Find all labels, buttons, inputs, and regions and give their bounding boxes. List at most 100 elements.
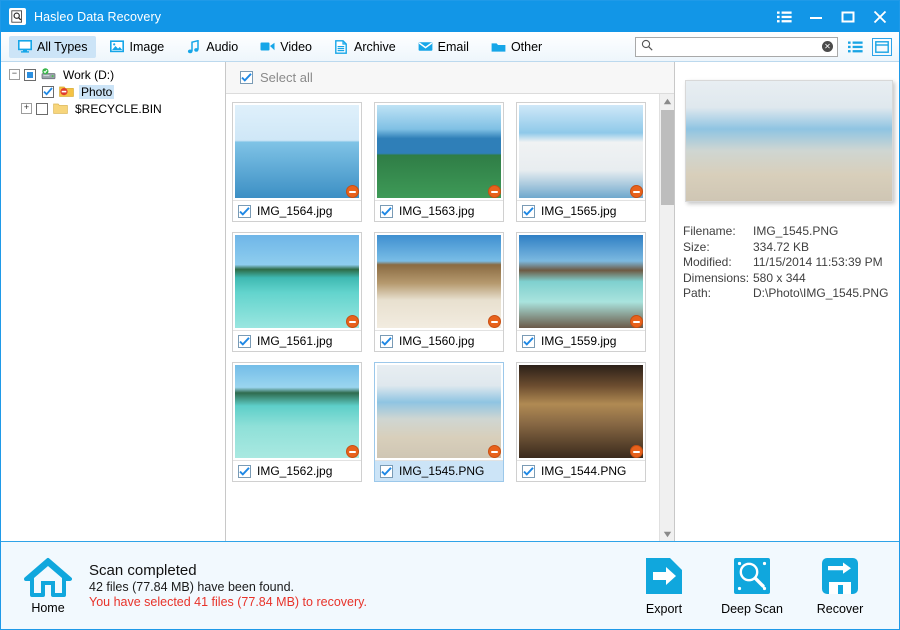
- file-thumbnail-card[interactable]: IMG_1563.jpg: [374, 102, 504, 222]
- preview-panel: Filename:IMG_1545.PNGSize:334.72 KBModif…: [675, 62, 899, 541]
- file-name-row: IMG_1565.jpg: [517, 200, 645, 221]
- metadata-key: Dimensions:: [683, 271, 753, 287]
- file-thumbnail-image: [233, 103, 361, 200]
- metadata-key: Path:: [683, 286, 753, 302]
- envelope-icon: [418, 39, 433, 54]
- thumbnail-artwork: [377, 105, 501, 198]
- file-checkbox[interactable]: [522, 335, 535, 348]
- file-checkbox[interactable]: [380, 465, 393, 478]
- file-thumbnail-image: [233, 363, 361, 460]
- deleted-file-badge-icon: [630, 315, 643, 328]
- application-window: Hasleo Data Recovery: [0, 0, 900, 630]
- file-name-row: IMG_1560.jpg: [375, 330, 503, 351]
- deleted-file-badge-icon: [488, 315, 501, 328]
- tab-label: Audio: [206, 40, 238, 54]
- tab-audio[interactable]: Audio: [178, 36, 246, 58]
- tree-node-photo[interactable]: Photo: [1, 83, 225, 100]
- deleted-file-badge-icon: [488, 185, 501, 198]
- file-checkbox[interactable]: [522, 465, 535, 478]
- search-input[interactable]: [657, 39, 822, 55]
- scrollbar-thumb[interactable]: [661, 110, 674, 205]
- deleted-file-badge-icon: [488, 445, 501, 458]
- list-view-button[interactable]: [846, 38, 864, 56]
- file-thumbnail-card[interactable]: IMG_1544.PNG: [516, 362, 646, 482]
- file-checkbox[interactable]: [238, 465, 251, 478]
- file-name-label: IMG_1559.jpg: [541, 334, 616, 348]
- file-checkbox[interactable]: [522, 205, 535, 218]
- tree-node-recycle-bin[interactable]: + $RECYCLE.BIN: [1, 100, 225, 117]
- thumbnail-artwork: [519, 235, 643, 328]
- select-all-checkbox[interactable]: [240, 71, 253, 84]
- file-checkbox[interactable]: [238, 205, 251, 218]
- recover-button-label: Recover: [817, 602, 864, 616]
- expander-icon[interactable]: +: [21, 103, 32, 114]
- file-thumbnail-card[interactable]: IMG_1561.jpg: [232, 232, 362, 352]
- file-checkbox[interactable]: [380, 205, 393, 218]
- search-box[interactable]: ✕: [635, 37, 838, 57]
- menu-button[interactable]: [775, 8, 793, 26]
- recover-icon: [819, 555, 861, 600]
- metadata-value: 580 x 344: [753, 271, 891, 287]
- file-thumbnail-card[interactable]: IMG_1565.jpg: [516, 102, 646, 222]
- app-logo-icon: [9, 8, 26, 25]
- picture-icon: [110, 39, 125, 54]
- clear-search-icon[interactable]: ✕: [822, 41, 833, 52]
- expander-placeholder-icon: [27, 86, 38, 97]
- tree-checkbox[interactable]: [36, 103, 48, 115]
- file-list-scrollbar[interactable]: [659, 94, 674, 541]
- deleted-file-badge-icon: [630, 445, 643, 458]
- thumbnail-artwork: [519, 105, 643, 198]
- document-icon: [334, 39, 349, 54]
- tab-all-types[interactable]: All Types: [9, 36, 96, 58]
- home-button[interactable]: Home: [17, 557, 79, 615]
- thumbnail-artwork: [235, 365, 359, 458]
- maximize-button[interactable]: [839, 8, 857, 26]
- deep-scan-button-label: Deep Scan: [721, 602, 783, 616]
- export-button-label: Export: [646, 602, 682, 616]
- folder-deleted-icon: [59, 85, 75, 99]
- tab-video[interactable]: Video: [252, 36, 320, 58]
- thumbnail-view-button[interactable]: [872, 38, 892, 56]
- tab-other[interactable]: Other: [483, 36, 550, 58]
- tab-label: Email: [438, 40, 469, 54]
- tree-checkbox[interactable]: [42, 86, 54, 98]
- file-thumbnail-card[interactable]: IMG_1560.jpg: [374, 232, 504, 352]
- file-name-row: IMG_1561.jpg: [233, 330, 361, 351]
- tab-email[interactable]: Email: [410, 36, 477, 58]
- metadata-row: Modified:11/15/2014 11:53:39 PM: [683, 255, 891, 271]
- metadata-key: Size:: [683, 240, 753, 256]
- file-checkbox[interactable]: [238, 335, 251, 348]
- file-name-label: IMG_1545.PNG: [399, 464, 484, 478]
- home-icon: [24, 557, 72, 600]
- tab-label: Other: [511, 40, 542, 54]
- recover-button[interactable]: Recover: [809, 555, 871, 616]
- export-icon: [643, 555, 685, 600]
- file-thumbnail-card[interactable]: IMG_1562.jpg: [232, 362, 362, 482]
- file-checkbox[interactable]: [380, 335, 393, 348]
- deep-scan-button[interactable]: Deep Scan: [721, 555, 783, 616]
- expander-icon[interactable]: −: [9, 69, 20, 80]
- thumbnail-artwork: [377, 365, 501, 458]
- tab-archive[interactable]: Archive: [326, 36, 404, 58]
- file-thumbnail-card[interactable]: IMG_1559.jpg: [516, 232, 646, 352]
- file-thumbnail-card[interactable]: IMG_1564.jpg: [232, 102, 362, 222]
- tab-image[interactable]: Image: [102, 36, 173, 58]
- thumbnail-artwork: [377, 235, 501, 328]
- thumbnail-artwork: [235, 105, 359, 198]
- deleted-file-badge-icon: [346, 445, 359, 458]
- tree-node-work-d[interactable]: − Work (D:): [1, 66, 225, 83]
- title-bar: Hasleo Data Recovery: [1, 1, 899, 32]
- file-thumbnail-card[interactable]: IMG_1545.PNG: [374, 362, 504, 482]
- scroll-down-arrow-icon[interactable]: [660, 527, 674, 541]
- deleted-file-badge-icon: [346, 185, 359, 198]
- tab-label: Video: [280, 40, 312, 54]
- file-grid: IMG_1564.jpgIMG_1563.jpg IMG_1565.jpg IMG_…: [232, 102, 674, 482]
- file-name-row: IMG_1562.jpg: [233, 460, 361, 481]
- minimize-button[interactable]: [807, 8, 825, 26]
- metadata-row: Size:334.72 KB: [683, 240, 891, 256]
- home-button-label: Home: [31, 601, 64, 615]
- scroll-up-arrow-icon[interactable]: [660, 94, 674, 108]
- close-button[interactable]: [871, 8, 889, 26]
- tree-checkbox[interactable]: [24, 69, 36, 81]
- export-button[interactable]: Export: [633, 555, 695, 616]
